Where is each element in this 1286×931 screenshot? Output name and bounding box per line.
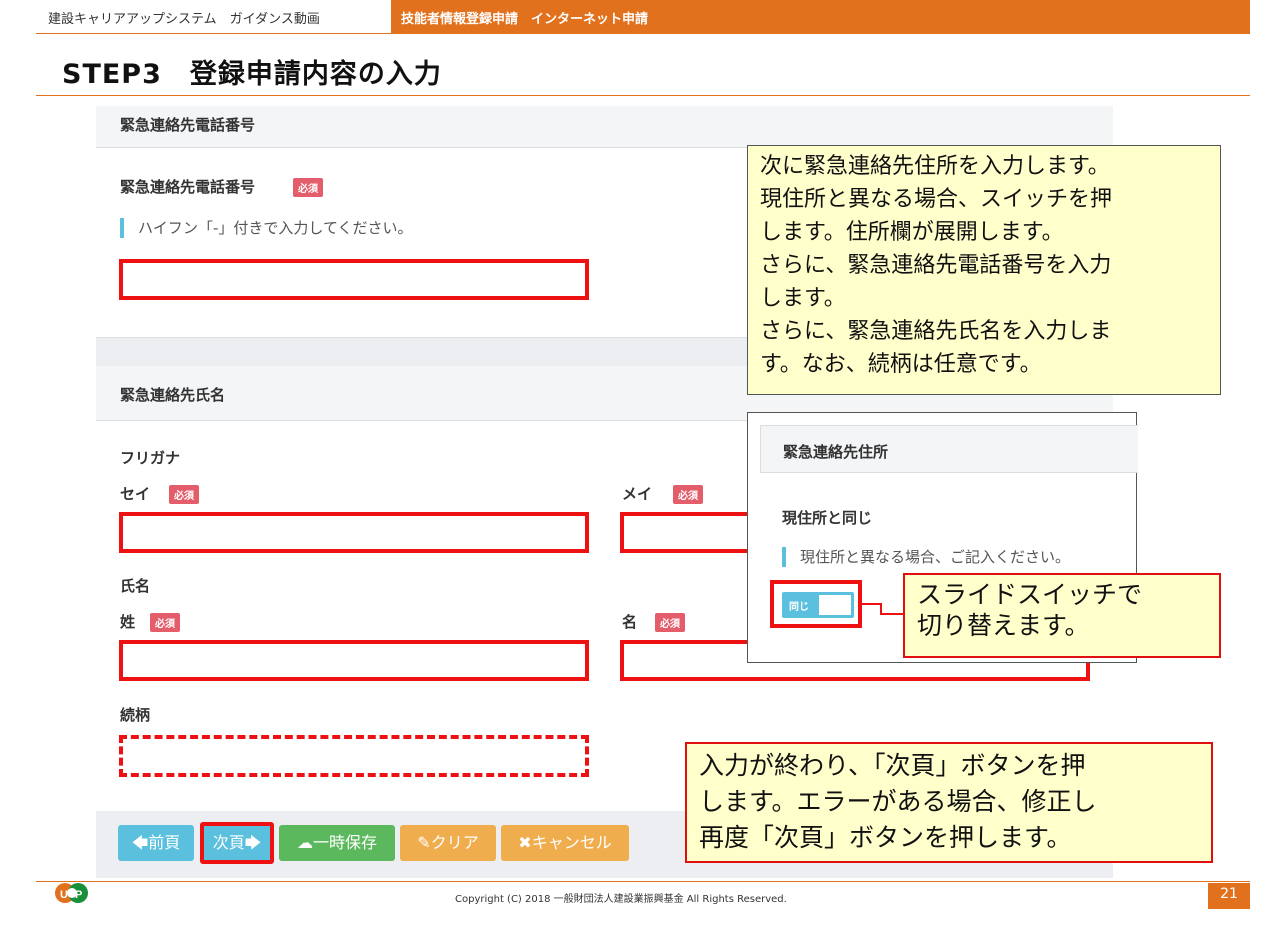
header-left-title: 建設キャリアアップシステム ガイダンス動画 [48, 12, 320, 27]
sei-input[interactable] [119, 512, 589, 553]
furigana-label: フリガナ [120, 449, 181, 467]
address-section-header: 緊急連絡先住所 [760, 425, 1138, 473]
connector-line [880, 613, 904, 615]
cancel-button-label: キャンセル [531, 833, 612, 852]
page-title: STEP3 登録申請内容の入力 [62, 59, 442, 90]
header-right-title: 技能者情報登録申請 インターネット申請 [401, 12, 649, 27]
note-line: 次に緊急連絡先住所を入力します。 [760, 154, 1110, 179]
footer-divider [36, 881, 1250, 882]
note-line: す。なお、続柄は任意です。 [760, 352, 1042, 377]
annotation-note-top: 次に緊急連絡先住所を入力します。 現住所と異なる場合、スイッチを押 します。住所… [747, 145, 1221, 395]
annotation-note-bottom: 入力が終わり、「次頁」ボタンを押 します。エラーがある場合、修正し 再度「次頁」… [685, 742, 1213, 863]
page-number: 21 [1208, 883, 1250, 909]
next-button-label: 次頁 [212, 833, 245, 852]
sei-kanji-label: 姓 [120, 613, 136, 631]
arrow-left-icon: 🡄 [131, 833, 149, 852]
save-button[interactable]: ☁一時保存 [279, 825, 395, 861]
required-badge: 必須 [655, 613, 685, 632]
note-line: します。 [760, 286, 846, 311]
svg-text:U: U [60, 889, 68, 901]
svg-text:P: P [75, 889, 82, 901]
note-line: 切り替えます。 [917, 611, 1090, 640]
prev-button-label: 前頁 [148, 833, 181, 852]
mei-label: メイ [622, 485, 653, 503]
note-line: します。エラーがある場合、修正し [699, 787, 1097, 816]
copyright-text: Copyright (C) 2018 一般財団法人建設業振興基金 All Rig… [455, 894, 787, 905]
connector-line [862, 603, 882, 605]
note-line: 再度「次頁」ボタンを押します。 [699, 823, 1072, 852]
toggle-label: 同じ [789, 602, 809, 613]
note-line: 現住所と異なる場合、スイッチを押 [760, 187, 1113, 212]
same-address-toggle[interactable]: 同じ [782, 592, 854, 618]
relation-label: 続柄 [120, 706, 151, 724]
close-icon: ✖ [518, 833, 532, 852]
required-badge: 必須 [673, 485, 703, 504]
clear-button-label: クリア [430, 833, 479, 852]
top-header-bar: 建設キャリアアップシステム ガイダンス動画 技能者情報登録申請 インターネット申… [36, 0, 1250, 34]
phone-hint: ハイフン「-」付きで入力してください。 [120, 218, 413, 238]
relation-input[interactable] [119, 735, 589, 777]
clear-button[interactable]: ✎クリア [400, 825, 496, 861]
shimei-label: 氏名 [120, 577, 151, 595]
arrow-right-icon: 🡆 [244, 833, 262, 852]
cancel-button[interactable]: ✖キャンセル [501, 825, 629, 861]
same-address-label: 現住所と同じ [782, 509, 873, 527]
required-badge: 必須 [150, 613, 180, 632]
phone-field-label: 緊急連絡先電話番号 [120, 178, 256, 196]
note-line: さらに、緊急連絡先氏名を入力しま [760, 319, 1112, 344]
sei-label: セイ [120, 485, 151, 503]
address-hint: 現住所と異なる場合、ご記入ください。 [782, 547, 1132, 567]
toggle-knob [819, 595, 851, 615]
note-line: スライドスイッチで [917, 580, 1143, 609]
phone-section-title: 緊急連絡先電話番号 [120, 116, 256, 134]
eraser-icon: ✎ [417, 833, 431, 852]
phone-input[interactable] [119, 259, 589, 300]
note-line: さらに、緊急連絡先電話番号を入力 [760, 253, 1112, 278]
address-section-title: 緊急連絡先住所 [783, 443, 889, 461]
prev-button[interactable]: 🡄前頁 [118, 825, 194, 861]
note-line: 入力が終わり、「次頁」ボタンを押 [699, 751, 1086, 780]
cloud-upload-icon: ☁ [296, 833, 313, 852]
sei-kanji-input[interactable] [119, 640, 589, 681]
title-divider [36, 95, 1250, 96]
required-badge: 必須 [169, 485, 199, 504]
next-button[interactable]: 次頁🡆 [200, 822, 274, 864]
ucp-logo: U P [54, 878, 98, 908]
phone-section-header: 緊急連絡先電話番号 [96, 106, 1113, 148]
header-left-tab: 建設キャリアアップシステム ガイダンス動画 [36, 0, 391, 34]
required-badge: 必須 [293, 178, 323, 197]
mei-kanji-label: 名 [622, 613, 638, 631]
annotation-note-switch: スライドスイッチで 切り替えます。 [903, 573, 1221, 658]
name-section-title: 緊急連絡先氏名 [120, 386, 226, 404]
note-line: します。住所欄が展開します。 [760, 220, 1064, 245]
save-button-label: 一時保存 [312, 833, 377, 852]
